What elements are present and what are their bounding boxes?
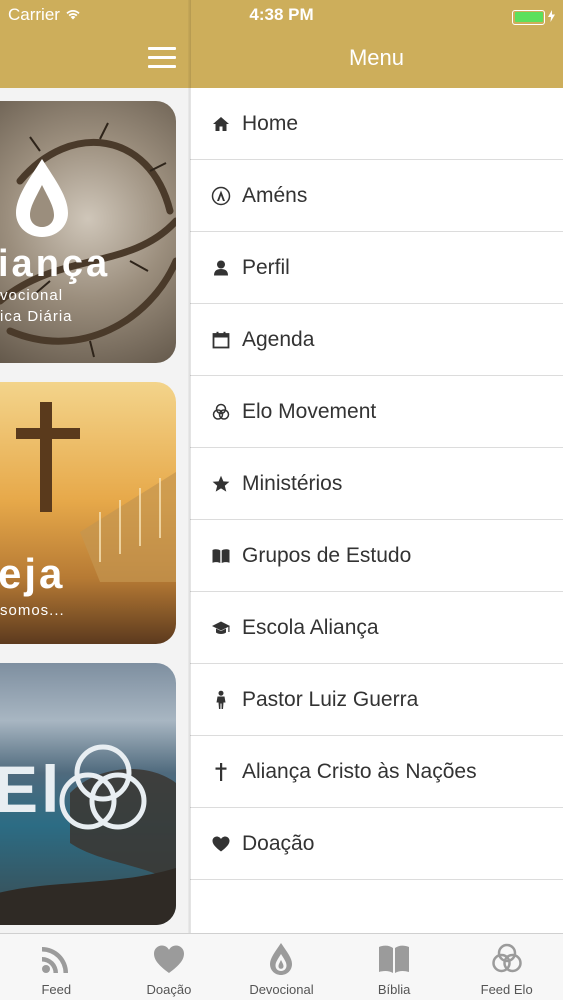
menu-item-label: Home (242, 111, 299, 135)
menu-item-label: Escola Aliança (242, 615, 379, 639)
menu-title: Menu (348, 45, 405, 70)
card-subtitle: vocional (0, 287, 64, 304)
menu-item-elo-movement[interactable]: Elo Movement (190, 376, 563, 448)
battery-indicator (512, 7, 555, 27)
pane-shadow (188, 0, 191, 933)
tab-bar: Feed Doação Devocional Bíblia Feed Elo (0, 933, 563, 1000)
menu-item-pastor-luiz-guerra[interactable]: Pastor Luiz Guerra (190, 664, 563, 736)
card-subtitle: ica Diária (0, 308, 73, 325)
status-time: 4:38 PM (249, 5, 314, 24)
tab-label: Feed (41, 982, 72, 997)
tab-label: Devocional (249, 982, 314, 997)
rings-icon (210, 401, 232, 423)
menu-item-label: Ministérios (242, 471, 343, 495)
bible-book-icon (375, 940, 413, 978)
devocional-card[interactable]: iança vocional ica Diária (0, 101, 176, 363)
menu-item-alianca-cristo-as-nacoes[interactable]: Aliança Cristo às Nações (190, 736, 563, 808)
menu-item-label: Elo Movement (242, 399, 377, 423)
tab-label: Bíblia (377, 982, 411, 997)
hamburger-menu-icon[interactable] (148, 47, 176, 69)
menu-item-label: Aliança Cristo às Nações (242, 759, 477, 783)
igreja-card[interactable]: eja somos... (0, 382, 176, 644)
amens-icon (210, 185, 232, 207)
charging-bolt-icon (548, 7, 555, 27)
tab-devocional[interactable]: Devocional (225, 934, 338, 1000)
cross-icon (210, 761, 232, 783)
book-icon (210, 545, 232, 567)
card-title: El (0, 752, 63, 826)
home-icon (210, 113, 232, 135)
tab-label: Feed Elo (480, 982, 533, 997)
card-title: eja (0, 550, 66, 597)
menu-list: Home Améns Perfil Agenda Elo Movement Mi… (190, 88, 563, 880)
menu-item-perfil[interactable]: Perfil (190, 232, 563, 304)
user-icon (210, 257, 232, 279)
main-content-pane: iança vocional ica Diária eja somos... E… (0, 0, 190, 933)
menu-item-home[interactable]: Home (190, 88, 563, 160)
tab-feed[interactable]: Feed (0, 934, 113, 1000)
tab-biblia[interactable]: Bíblia (338, 934, 451, 1000)
menu-item-doacao[interactable]: Doação (190, 808, 563, 880)
menu-item-label: Améns (242, 183, 308, 207)
menu-item-ministerios[interactable]: Ministérios (190, 448, 563, 520)
tab-doacao[interactable]: Doação (113, 934, 226, 1000)
menu-item-label: Doação (242, 831, 315, 855)
menu-item-escola-alianca[interactable]: Escola Aliança (190, 592, 563, 664)
rss-icon (37, 940, 75, 978)
card-title: iança (0, 243, 111, 285)
tab-label: Doação (146, 982, 192, 997)
heart-icon (150, 940, 188, 978)
menu-item-grupos-de-estudo[interactable]: Grupos de Estudo (190, 520, 563, 592)
flame-drop-icon (262, 940, 300, 978)
menu-item-agenda[interactable]: Agenda (190, 304, 563, 376)
side-menu: Menu Home Améns Perfil Agenda Elo Moveme… (190, 0, 563, 933)
card-subtitle: somos... (0, 602, 65, 619)
menu-item-label: Pastor Luiz Guerra (242, 687, 419, 711)
menu-item-label: Grupos de Estudo (242, 543, 412, 567)
rings-icon (488, 940, 526, 978)
person-icon (210, 689, 232, 711)
battery-icon (512, 9, 545, 25)
tab-feed-elo[interactable]: Feed Elo (450, 934, 563, 1000)
graduation-cap-icon (210, 617, 232, 639)
menu-item-label: Perfil (242, 255, 290, 279)
calendar-icon (210, 329, 232, 351)
status-bar: Carrier 4:38 PM (0, 0, 563, 30)
menu-item-label: Agenda (242, 327, 315, 351)
menu-item-amens[interactable]: Améns (190, 160, 563, 232)
elo-card[interactable]: El (0, 663, 176, 925)
heart-icon (210, 833, 232, 855)
star-icon (210, 473, 232, 495)
